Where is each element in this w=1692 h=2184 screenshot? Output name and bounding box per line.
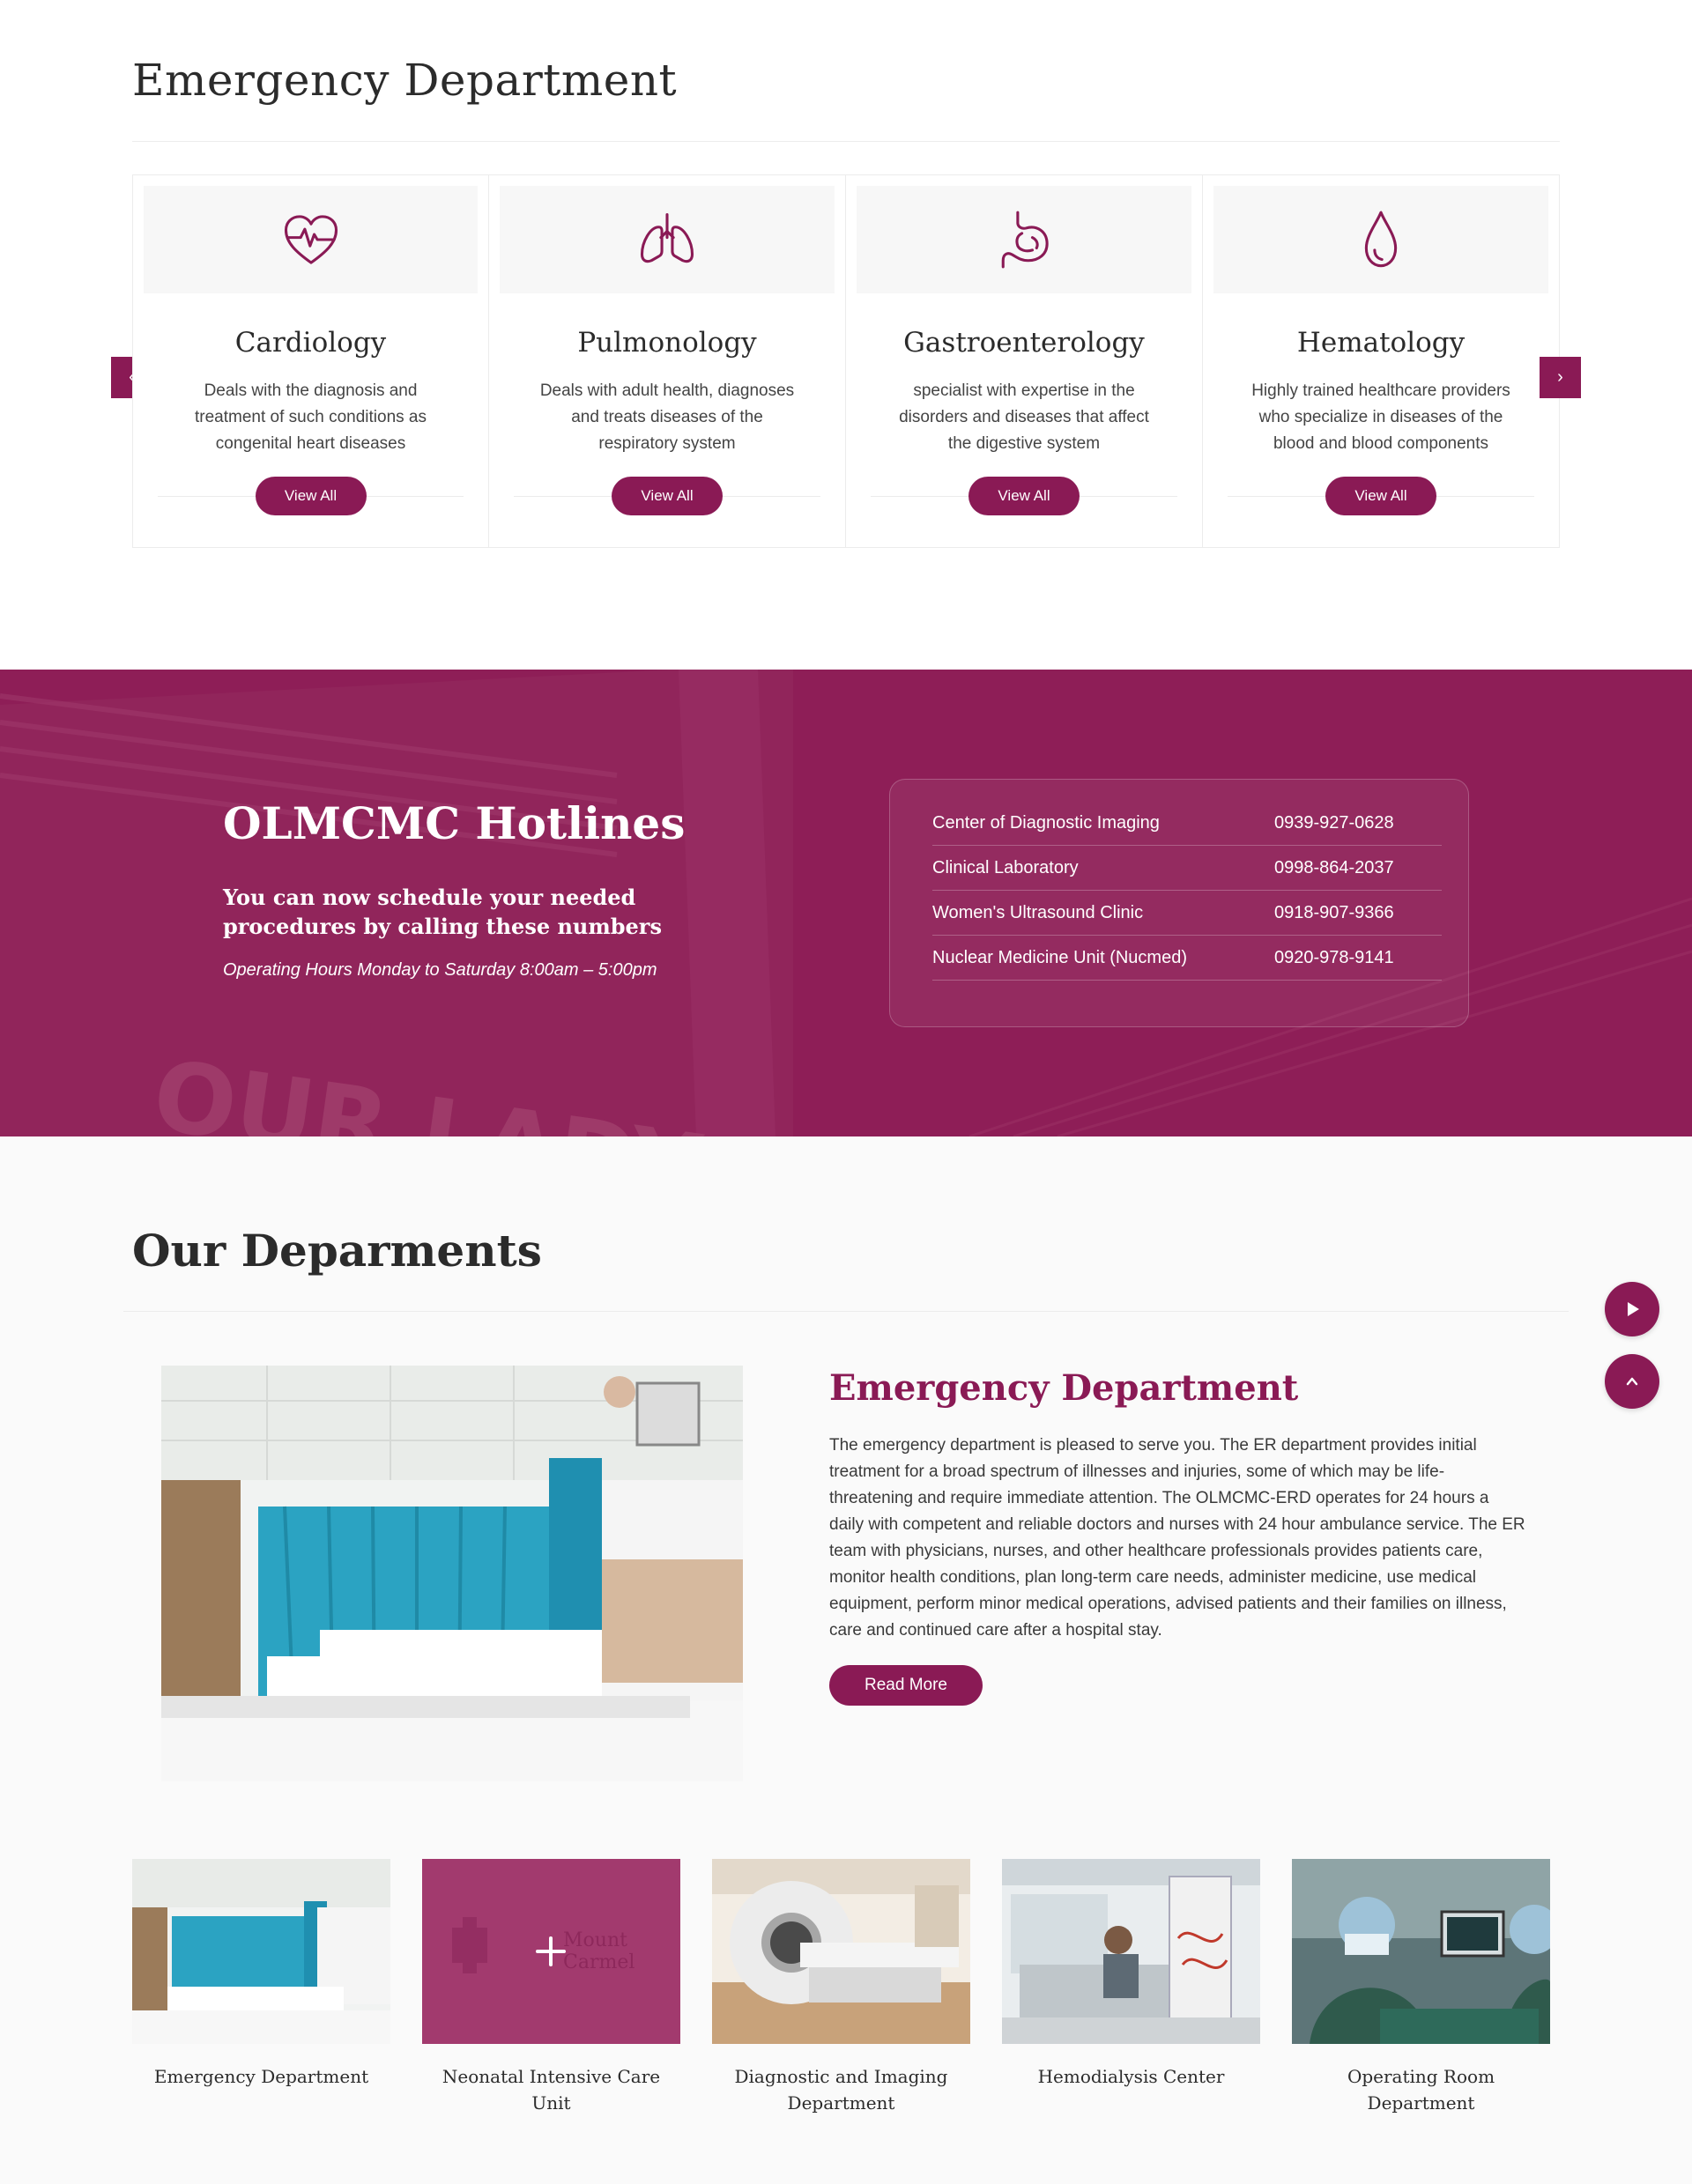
card-title: Hematology (1296, 327, 1466, 359)
specialty-card-pulmonology: Pulmonology Deals with adult health, dia… (489, 174, 846, 548)
section-title: Emergency Department (132, 55, 678, 106)
hotline-row: Nuclear Medicine Unit (Nucmed) 0920-978-… (932, 936, 1442, 981)
hotlines-title: OLMCMC Hotlines (223, 797, 686, 849)
stomach-icon (1001, 211, 1049, 269)
hotline-name: Women's Ultrasound Clinic (932, 902, 1144, 922)
department-thumb-label[interactable]: Emergency Department (132, 2063, 390, 2090)
hotlines-section: OUR LADY OLMCMC Hotlines You can now sch… (0, 670, 1692, 1136)
card-icon-box (1213, 186, 1548, 293)
department-thumb-image[interactable] (1002, 1859, 1260, 2044)
hotline-name: Clinical Laboratory (932, 857, 1079, 877)
hotlines-subtitle: You can now schedule your needed procedu… (223, 885, 662, 939)
department-thumb-image[interactable] (132, 1859, 390, 2044)
department-thumb-image[interactable] (712, 1859, 970, 2044)
view-all-button[interactable]: View All (612, 477, 723, 515)
view-all-button[interactable]: View All (1325, 477, 1436, 515)
view-all-button[interactable]: View All (968, 477, 1080, 515)
hotline-row: Women's Ultrasound Clinic 0918-907-9366 (932, 891, 1442, 936)
department-thumb-nicu[interactable]: Mount Carmel Neonatal Intensive Care Uni… (422, 1859, 680, 2116)
hotline-number[interactable]: 0920-978-9141 (1274, 948, 1442, 968)
heart-pulse-icon (284, 215, 338, 264)
hotline-number[interactable]: 0998-864-2037 (1274, 858, 1442, 878)
card-icon-box (857, 186, 1191, 293)
emergency-room-photo (161, 1366, 743, 1781)
operating-hours: Operating Hours Monday to Saturday 8:00a… (223, 960, 657, 980)
featured-department-title: Emergency Department (829, 1367, 1299, 1409)
lungs-icon (640, 212, 694, 263)
department-thumbnails: Emergency Department Mount Carmel Neonat… (132, 1859, 1551, 2123)
department-thumb-image[interactable] (1292, 1859, 1550, 2044)
dialysis-room-photo (1002, 1859, 1260, 2044)
specialty-card-gastroenterology: Gastroenterology specialist with experti… (846, 174, 1203, 548)
divider (123, 1311, 1569, 1312)
play-icon (1628, 1302, 1639, 1316)
play-button[interactable] (1605, 1282, 1659, 1336)
department-thumb-label[interactable]: Neonatal Intensive Care Unit (422, 2063, 680, 2116)
mri-machine-photo (712, 1859, 970, 2044)
card-title: Cardiology (234, 327, 387, 359)
operating-room-photo (1292, 1859, 1550, 2044)
card-title: Gastroenterology (903, 327, 1145, 359)
scroll-to-top-button[interactable] (1605, 1354, 1659, 1409)
section-title: Our Deparments (132, 1225, 542, 1277)
card-description: specialist with expertise in the disorde… (899, 381, 1149, 453)
hotline-name: Nuclear Medicine Unit (Nucmed) (932, 947, 1187, 967)
chevron-up-icon (1626, 1377, 1638, 1386)
card-icon-box (500, 186, 835, 293)
department-thumb-operating-room[interactable]: Operating Room Department (1292, 1859, 1550, 2116)
card-title: Pulmonology (577, 327, 757, 359)
emergency-thumb-photo (132, 1859, 390, 2044)
hotline-row: Clinical Laboratory 0998-864-2037 (932, 846, 1442, 891)
specialty-card-cardiology: Cardiology Deals with the diagnosis and … (132, 174, 489, 548)
department-thumb-hemodialysis[interactable]: Hemodialysis Center (1002, 1859, 1260, 2090)
department-thumb-image[interactable]: Mount Carmel (422, 1859, 680, 2044)
hotline-row: Center of Diagnostic Imaging 0939-927-06… (932, 801, 1442, 846)
hotline-number[interactable]: 0939-927-0628 (1274, 813, 1442, 833)
carousel-next-button[interactable]: › (1540, 357, 1581, 398)
card-description: Deals with adult health, diagnoses and t… (539, 381, 795, 453)
department-thumb-label[interactable]: Hemodialysis Center (1002, 2063, 1260, 2090)
department-thumb-label[interactable]: Diagnostic and Imaging Department (712, 2063, 970, 2116)
hotlines-table: Center of Diagnostic Imaging 0939-927-06… (889, 779, 1469, 1027)
divider (132, 141, 1560, 142)
logo-text: Mount Carmel (563, 1929, 635, 1973)
featured-department-text: The emergency department is pleased to s… (829, 1436, 1525, 1640)
featured-department-image (161, 1366, 743, 1781)
card-description: Deals with the diagnosis and treatment o… (195, 381, 427, 453)
chevron-right-icon: › (1557, 367, 1563, 387)
blood-drop-icon (1364, 211, 1398, 268)
card-icon-box (144, 186, 478, 293)
hotline-number[interactable]: 0918-907-9366 (1274, 903, 1442, 923)
department-thumb-imaging[interactable]: Diagnostic and Imaging Department (712, 1859, 970, 2116)
specialty-cards: Cardiology Deals with the diagnosis and … (132, 174, 1560, 548)
card-description: Highly trained healthcare providers who … (1251, 381, 1510, 453)
department-thumb-label[interactable]: Operating Room Department (1292, 2063, 1550, 2116)
specialty-card-hematology: Hematology Highly trained healthcare pro… (1203, 174, 1560, 548)
view-all-button[interactable]: View All (255, 477, 367, 515)
department-thumb-emergency[interactable]: Emergency Department (132, 1859, 390, 2090)
departments-section: Our Deparments Emergency Department The … (0, 1136, 1692, 2184)
read-more-button[interactable]: Read More (829, 1665, 983, 1706)
hotline-name: Center of Diagnostic Imaging (932, 812, 1160, 833)
emergency-carousel-section: Emergency Department ‹ Cardiology Deals … (0, 0, 1692, 670)
